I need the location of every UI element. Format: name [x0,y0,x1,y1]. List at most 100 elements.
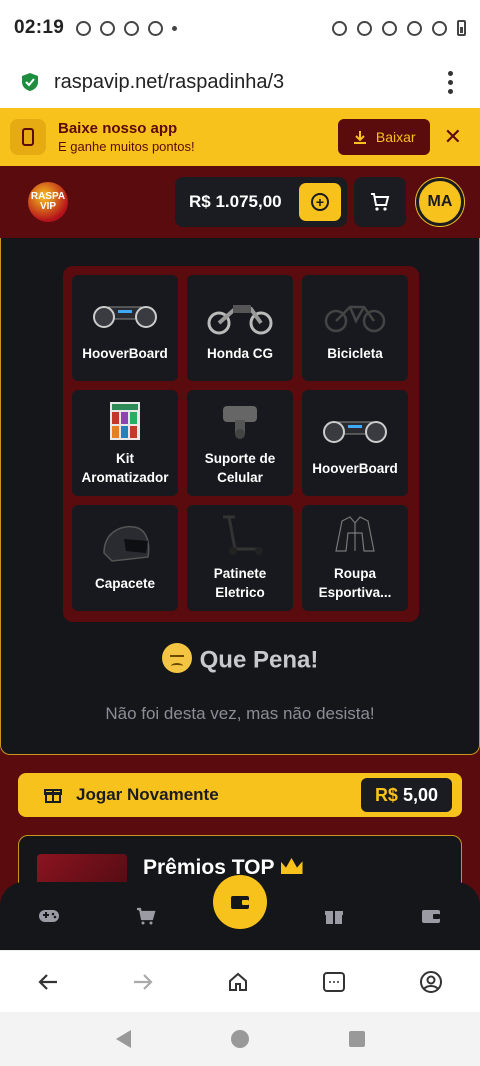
nav-wallet[interactable] [401,891,461,941]
nav-games[interactable] [19,891,79,941]
play-again-button[interactable]: Jogar Novamente R$ 5,00 [18,773,462,817]
mute-icon [357,20,372,36]
result-title: Que Pena! [199,646,319,674]
battery-icon [457,20,466,36]
motorcycle-icon [205,293,275,337]
back-arrow-icon[interactable] [37,973,59,991]
bicycle-icon [320,293,390,337]
banner-text: Baixe nosso app E ganhe muitos pontos! [58,120,338,154]
prize-label: Suporte de Celular [204,451,276,485]
wallet-icon [230,896,249,909]
top-prizes-title: Prêmios TOP [143,856,275,879]
scratch-card-panel: HooverBoard Honda CG Bicicleta Kit Aromatiz… [0,238,480,755]
cart-button[interactable] [354,177,406,227]
secure-shield-icon [22,73,38,91]
download-icon [353,131,366,144]
download-label: Baixar [375,129,416,145]
scratch-cell[interactable]: Capacete [72,505,178,611]
home-icon[interactable] [227,971,249,993]
close-banner-button[interactable]: ✕ [444,126,462,148]
price-currency: R$ [374,784,398,805]
app-content: RASPA VIP R$ 1.075,00 + MA HooverBoard Ho… [0,166,480,950]
scratch-cell[interactable]: HooverBoard [302,390,408,496]
banner-title: Baixe nosso app [58,120,178,137]
scratch-cell[interactable]: Honda CG [187,275,293,381]
raspavip-logo[interactable]: RASPA VIP [28,182,68,222]
helmet-icon [90,523,160,567]
scratch-cell[interactable]: Suporte de Celular [187,390,293,496]
sad-face-icon [161,643,192,673]
record-icon [76,20,92,36]
scratch-cell[interactable]: Patinete Eletrico [187,505,293,611]
tabs-icon[interactable] [322,971,346,993]
status-bar: 02:19 [0,0,480,56]
prize-label: Kit Aromatizador [81,451,169,485]
crown-icon [280,858,303,874]
nav-prizes[interactable] [304,891,364,941]
add-funds-button[interactable]: + [299,183,341,221]
app-download-banner: Baixe nosso app E ganhe muitos pontos! B… [0,108,480,166]
facebook-icon [124,20,140,36]
bottom-nav [0,875,480,950]
system-recents-icon[interactable] [348,1031,365,1047]
whatsapp-icon [100,20,116,36]
plus-icon: + [311,193,329,211]
scratch-cell[interactable]: HooverBoard [72,275,178,381]
prize-label: Roupa Esportiva... [318,566,392,600]
result-title-row: Que Pena! [1,643,479,676]
browser-menu-icon[interactable] [440,70,460,94]
cart-icon [371,193,390,211]
url-text[interactable]: raspavip.net/raspadinha/3 [54,71,440,94]
aroma-kit-icon [90,398,160,442]
download-app-button[interactable]: Baixar [337,119,430,155]
wallet-icon [422,910,441,923]
browser-bottom-nav [0,950,480,1012]
app-header: RASPA VIP R$ 1.075,00 + MA [0,166,480,238]
status-time: 02:19 [14,17,65,38]
phone-holder-icon [205,398,275,442]
scratch-cell[interactable]: Kit Aromatizador [72,390,178,496]
user-avatar[interactable]: MA [416,178,464,226]
jacket-icon [320,513,390,557]
prize-label: Bicicleta [327,345,383,361]
banner-subtitle: E ganhe muitos pontos! [58,139,195,154]
prize-label: HooverBoard [82,345,168,361]
volte-icon [382,20,397,36]
gamepad-icon [38,910,59,922]
prize-label: Honda CG [207,345,273,361]
play-again-label: Jogar Novamente [76,785,219,804]
account-icon[interactable] [419,970,443,994]
signal-icon [432,20,447,36]
cart-icon [136,907,156,925]
phone-icon [10,119,46,155]
forward-arrow-icon[interactable] [132,973,154,991]
prize-label: Capacete [94,575,156,591]
prize-label: Patinete Eletrico [213,566,267,600]
browser-url-bar: raspavip.net/raspadinha/3 [0,56,480,108]
notification-icons [76,20,178,36]
more-notifications-icon [172,25,178,31]
price-pill: R$ 5,00 [360,778,452,812]
alarm-icon [332,20,347,36]
gift-icon [44,789,62,803]
wifi-icon [407,20,422,36]
system-home-icon[interactable] [230,1030,249,1048]
nav-wallet-center[interactable] [212,875,267,929]
gift-icon [325,911,344,924]
system-icons [332,20,466,36]
scooter-icon [205,513,275,557]
scratch-cell[interactable]: Roupa Esportiva... [302,505,408,611]
system-back-icon[interactable] [115,1030,131,1048]
balance-amount: R$ 1.075,00 [189,192,282,211]
nav-shop[interactable] [116,891,176,941]
hoverboard-icon [90,293,160,337]
prize-label: HooverBoard [312,460,398,476]
system-nav-bar [0,1012,480,1066]
hoverboard-icon [320,408,390,452]
messenger-icon [148,20,164,36]
result-subtitle: Não foi desta vez, mas não desista! [105,704,375,723]
scratch-grid: HooverBoard Honda CG Bicicleta Kit Aromatiz… [63,266,419,622]
price-value: 5,00 [402,784,438,805]
balance-box: R$ 1.075,00 + [175,177,347,227]
scratch-cell[interactable]: Bicicleta [302,275,408,381]
